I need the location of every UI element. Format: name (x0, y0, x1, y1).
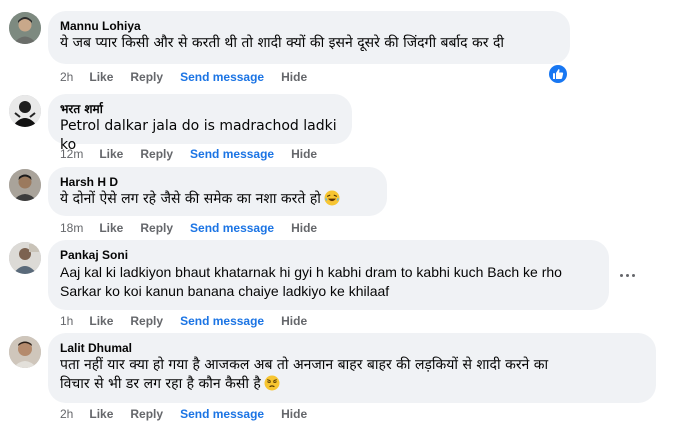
reply-button[interactable]: Reply (130, 406, 163, 422)
send-message-button[interactable]: Send message (180, 406, 264, 422)
send-message-button[interactable]: Send message (190, 220, 274, 236)
hide-button[interactable]: Hide (281, 406, 307, 422)
more-options-icon[interactable] (613, 263, 641, 287)
reply-button[interactable]: Reply (140, 220, 173, 236)
comment-actions: 12m Like Reply Send message Hide (60, 146, 334, 162)
like-button[interactable]: Like (89, 406, 113, 422)
comment-actions: 1h Like Reply Send message Hide (60, 313, 324, 329)
comment-timestamp[interactable]: 2h (60, 406, 73, 422)
reply-button[interactable]: Reply (130, 313, 163, 329)
comment-text-line: पता नहीं यार क्या हो गया है आजकल अब तो अ… (60, 357, 549, 373)
like-button[interactable]: Like (99, 220, 123, 236)
like-button[interactable]: Like (89, 313, 113, 329)
comment-bubble: Pankaj Soni Aaj kal ki ladkiyon bhaut kh… (48, 240, 609, 310)
comment-text-line: Aaj kal ki ladkiyon bhaut khatarnak hi g… (60, 264, 562, 280)
comment-author[interactable]: Harsh H D (60, 174, 375, 190)
comment-actions: 2h Like Reply Send message Hide (60, 406, 324, 422)
comment-author[interactable]: भरत शर्मा (60, 101, 340, 117)
hide-button[interactable]: Hide (291, 146, 317, 162)
like-icon (553, 69, 564, 79)
comment-text-line: विचार से भी डर लग रहा है कौन कैसी है (60, 375, 644, 394)
comment-actions: 2h Like Reply Send message Hide (60, 69, 324, 85)
comment-bubble: Mannu Lohiya ये जब प्यार किसी और से करती… (48, 11, 570, 64)
hide-button[interactable]: Hide (291, 220, 317, 236)
reaction-badge[interactable] (548, 64, 568, 84)
comment-text-content: विचार से भी डर लग रहा है कौन कैसी है (60, 376, 261, 392)
pensive-emoji-icon (264, 375, 280, 391)
laughing-emoji-icon (324, 190, 340, 206)
hide-button[interactable]: Hide (281, 69, 307, 85)
like-button[interactable]: Like (89, 69, 113, 85)
comment-author[interactable]: Lalit Dhumal (60, 340, 644, 356)
avatar[interactable] (9, 336, 41, 368)
avatar[interactable] (9, 242, 41, 274)
comment-timestamp[interactable]: 2h (60, 69, 73, 85)
comment-timestamp[interactable]: 1h (60, 313, 73, 329)
comment-author[interactable]: Mannu Lohiya (60, 18, 558, 34)
comment-text-content: ये दोनों ऐसे लग रहे जैसे की समेक का नशा … (60, 191, 321, 207)
hide-button[interactable]: Hide (281, 313, 307, 329)
reply-button[interactable]: Reply (130, 69, 163, 85)
send-message-button[interactable]: Send message (180, 69, 264, 85)
comment-text: ये जब प्यार किसी और से करती थी तो शादी क… (60, 35, 505, 51)
send-message-button[interactable]: Send message (180, 313, 264, 329)
avatar[interactable] (9, 95, 41, 127)
comment-text-line: Sarkar ko koi kanun banana chaiye ladkiy… (60, 283, 390, 299)
like-button[interactable]: Like (99, 146, 123, 162)
comment-author[interactable]: Pankaj Soni (60, 247, 597, 263)
comment-bubble: Lalit Dhumal पता नहीं यार क्या हो गया है… (48, 333, 656, 403)
comment-actions: 18m Like Reply Send message Hide (60, 220, 334, 236)
avatar[interactable] (9, 12, 41, 44)
reply-button[interactable]: Reply (140, 146, 173, 162)
avatar[interactable] (9, 169, 41, 201)
comment-bubble: भरत शर्मा Petrol dalkar jala do is madra… (48, 94, 352, 153)
comment-timestamp[interactable]: 18m (60, 220, 83, 236)
send-message-button[interactable]: Send message (190, 146, 274, 162)
comment-timestamp[interactable]: 12m (60, 146, 83, 162)
comment-bubble: Harsh H D ये दोनों ऐसे लग रहे जैसे की सम… (48, 167, 387, 216)
comment-text: ये दोनों ऐसे लग रहे जैसे की समेक का नशा … (60, 190, 375, 209)
